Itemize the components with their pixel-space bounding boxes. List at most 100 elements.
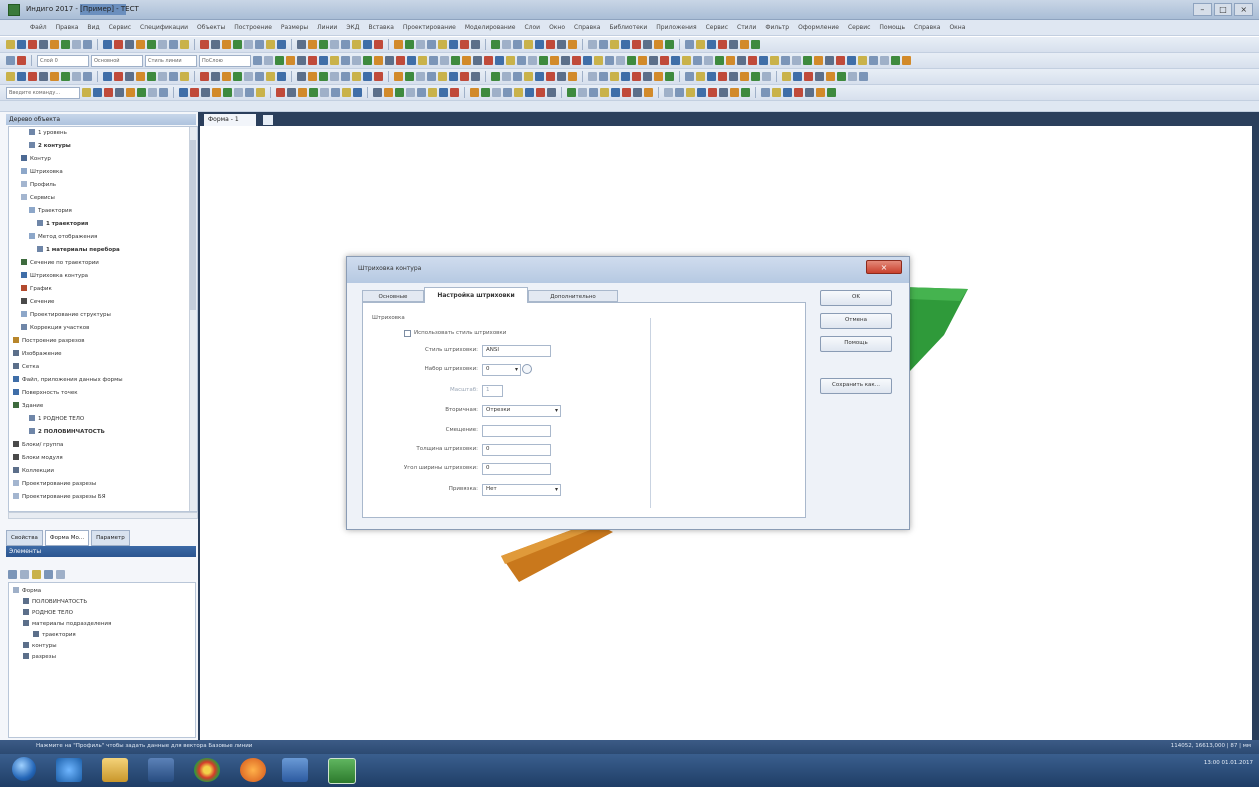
tool-icon[interactable] bbox=[740, 72, 749, 81]
tool-icon[interactable] bbox=[502, 40, 511, 49]
tool-icon[interactable] bbox=[506, 56, 515, 65]
tool-icon[interactable] bbox=[17, 40, 26, 49]
tool-icon[interactable] bbox=[825, 56, 834, 65]
tree-item[interactable]: Здание bbox=[13, 402, 43, 411]
snap-combo[interactable]: Нет bbox=[482, 484, 561, 496]
tool-icon[interactable] bbox=[836, 56, 845, 65]
tool-icon[interactable] bbox=[147, 72, 156, 81]
minimize-button[interactable]: – bbox=[1193, 3, 1212, 16]
tool-icon[interactable] bbox=[594, 56, 603, 65]
ie-icon[interactable] bbox=[56, 758, 82, 782]
tree-item[interactable]: Проектирование разрезы bbox=[13, 480, 96, 489]
tool-icon[interactable] bbox=[686, 88, 695, 97]
tool-icon[interactable] bbox=[665, 40, 674, 49]
tool-icon[interactable] bbox=[547, 88, 556, 97]
tool-icon[interactable] bbox=[859, 72, 868, 81]
menu-item[interactable]: Слои bbox=[524, 24, 540, 31]
tool-icon[interactable] bbox=[513, 72, 522, 81]
tool-icon[interactable] bbox=[374, 72, 383, 81]
tool-icon[interactable] bbox=[805, 88, 814, 97]
tool-icon[interactable] bbox=[395, 88, 404, 97]
tree-scrollbar-thumb[interactable] bbox=[190, 140, 196, 310]
color-combo[interactable]: ПоСлою bbox=[199, 54, 251, 67]
tool-icon[interactable] bbox=[719, 88, 728, 97]
tool-icon[interactable] bbox=[473, 56, 482, 65]
tool-icon[interactable] bbox=[103, 72, 112, 81]
tool-icon[interactable] bbox=[297, 56, 306, 65]
tool-icon[interactable] bbox=[568, 72, 577, 81]
tool-icon[interactable] bbox=[761, 88, 770, 97]
tool-icon[interactable] bbox=[751, 40, 760, 49]
tool-icon[interactable] bbox=[557, 72, 566, 81]
tool-icon[interactable] bbox=[470, 88, 479, 97]
tool-icon[interactable] bbox=[308, 56, 317, 65]
tool-icon[interactable] bbox=[44, 569, 53, 579]
tool-icon[interactable] bbox=[308, 40, 317, 49]
tool-icon[interactable] bbox=[654, 40, 663, 49]
tool-icon[interactable] bbox=[804, 72, 813, 81]
tree-item[interactable]: Траектория bbox=[29, 207, 72, 216]
tool-icon[interactable] bbox=[517, 56, 526, 65]
tool-icon[interactable] bbox=[528, 56, 537, 65]
tree-item[interactable]: Проектирование структуры bbox=[21, 311, 111, 320]
hatch-style-input[interactable]: ANSI bbox=[482, 345, 551, 357]
command-search-input[interactable]: Введите команду... bbox=[6, 86, 80, 99]
tool-icon[interactable] bbox=[535, 40, 544, 49]
layer-combo[interactable]: Слой 0 bbox=[37, 54, 89, 67]
element-item[interactable]: разрезы bbox=[23, 653, 56, 662]
tool-icon[interactable] bbox=[770, 56, 779, 65]
tool-icon[interactable] bbox=[696, 40, 705, 49]
tree-item[interactable]: Сечение bbox=[21, 298, 54, 307]
tool-icon[interactable] bbox=[671, 56, 680, 65]
tool-icon[interactable] bbox=[373, 88, 382, 97]
tool-icon[interactable] bbox=[6, 56, 15, 65]
menu-item[interactable]: Построение bbox=[234, 24, 272, 31]
tab-main[interactable]: Основные bbox=[362, 290, 424, 302]
menu-item[interactable]: Фильтр bbox=[765, 24, 789, 31]
tool-icon[interactable] bbox=[158, 72, 167, 81]
tool-icon[interactable] bbox=[396, 56, 405, 65]
tool-icon[interactable] bbox=[61, 72, 70, 81]
tool-icon[interactable] bbox=[190, 88, 199, 97]
tool-icon[interactable] bbox=[341, 56, 350, 65]
tool-icon[interactable] bbox=[513, 40, 522, 49]
tree-item[interactable]: Поверхность точек bbox=[13, 389, 78, 398]
tool-icon[interactable] bbox=[697, 88, 706, 97]
word-icon[interactable] bbox=[282, 758, 308, 782]
tool-icon[interactable] bbox=[61, 40, 70, 49]
menu-item[interactable]: Моделирование bbox=[465, 24, 516, 31]
menu-item[interactable]: Справка bbox=[914, 24, 940, 31]
tool-icon[interactable] bbox=[748, 56, 757, 65]
maximize-button[interactable]: □ bbox=[1213, 3, 1233, 16]
tool-icon[interactable] bbox=[137, 88, 146, 97]
tool-icon[interactable] bbox=[561, 56, 570, 65]
tool-icon[interactable] bbox=[729, 72, 738, 81]
offset-input[interactable] bbox=[482, 425, 551, 437]
tree-item[interactable]: Блоки/ группа bbox=[13, 441, 63, 450]
tool-icon[interactable] bbox=[759, 56, 768, 65]
tool-icon[interactable] bbox=[342, 88, 351, 97]
tool-icon[interactable] bbox=[471, 40, 480, 49]
tool-icon[interactable] bbox=[616, 56, 625, 65]
tool-icon[interactable] bbox=[39, 72, 48, 81]
tool-icon[interactable] bbox=[644, 88, 653, 97]
tool-icon[interactable] bbox=[126, 88, 135, 97]
tool-icon[interactable] bbox=[255, 72, 264, 81]
tool-icon[interactable] bbox=[287, 88, 296, 97]
tool-icon[interactable] bbox=[255, 40, 264, 49]
tool-icon[interactable] bbox=[546, 40, 555, 49]
tool-icon[interactable] bbox=[50, 72, 59, 81]
tool-icon[interactable] bbox=[460, 40, 469, 49]
tool-icon[interactable] bbox=[814, 56, 823, 65]
menu-item[interactable]: Правка bbox=[56, 24, 79, 31]
tool-icon[interactable] bbox=[264, 56, 273, 65]
explorer-icon[interactable] bbox=[102, 758, 128, 782]
tool-icon[interactable] bbox=[718, 72, 727, 81]
tool-icon[interactable] bbox=[115, 88, 124, 97]
tool-icon[interactable] bbox=[352, 56, 361, 65]
tree-item[interactable]: Контур bbox=[21, 155, 51, 164]
tool-icon[interactable] bbox=[704, 56, 713, 65]
tree-item[interactable]: Файл, приложения данных формы bbox=[13, 376, 123, 385]
tool-icon[interactable] bbox=[649, 56, 658, 65]
menu-item[interactable]: Сервис bbox=[109, 24, 131, 31]
